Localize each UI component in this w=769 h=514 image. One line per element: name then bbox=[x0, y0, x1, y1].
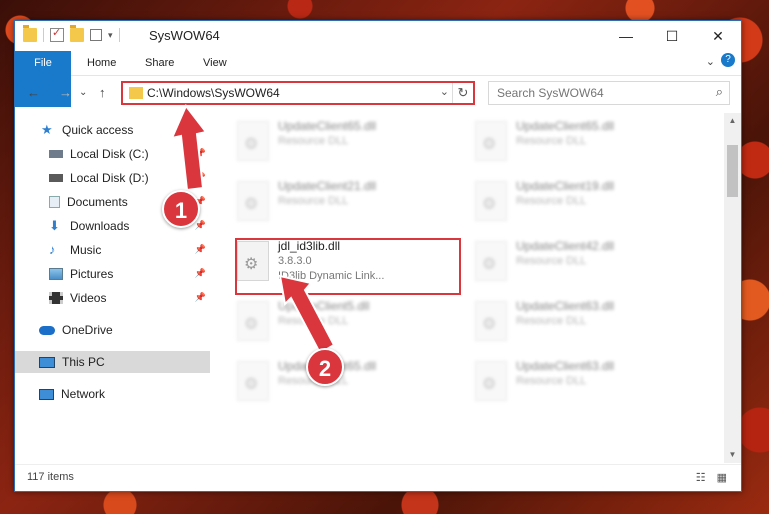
arrow-1 bbox=[170, 104, 208, 192]
arrow-2 bbox=[278, 274, 336, 355]
callout-badge-1: 1 bbox=[162, 190, 200, 228]
annotation-arrows bbox=[170, 104, 336, 355]
callout-badge-2: 2 bbox=[306, 348, 344, 386]
